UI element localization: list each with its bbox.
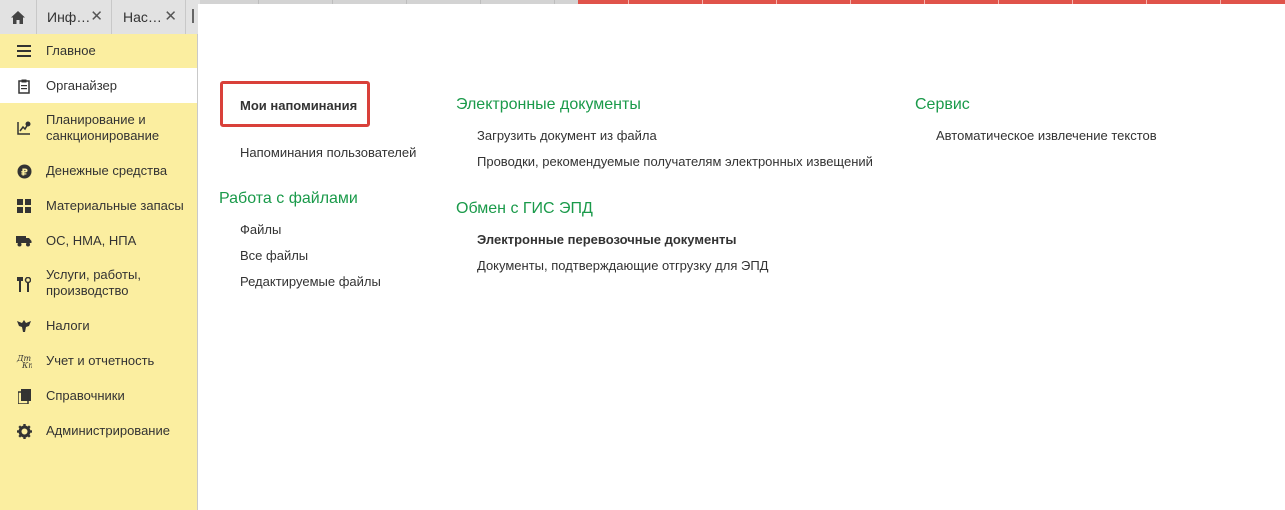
sidebar-item-money[interactable]: ₽ Денежные средства: [0, 153, 197, 188]
sidebar-item-label: Услуги, работы, производство: [46, 267, 141, 298]
books-icon: [16, 388, 32, 404]
svg-text:₽: ₽: [21, 167, 28, 178]
section-title-service: Сервис: [915, 96, 970, 113]
grid-blocks-icon: [16, 198, 32, 214]
tab-info[interactable]: Инф… ✕: [36, 0, 112, 34]
sidebar-item-inventory[interactable]: Материальные запасы: [0, 188, 197, 223]
sidebar-item-services[interactable]: Услуги, работы, производство: [0, 258, 197, 308]
sidebar-item-label: ОС, НМА, НПА: [46, 233, 137, 248]
link-user-reminders[interactable]: Напоминания пользователей: [240, 145, 416, 160]
sidebar-item-label: Налоги: [46, 318, 90, 333]
sidebar-item-label: Учет и отчетность: [46, 353, 155, 368]
link-load-document[interactable]: Загрузить документ из файла: [477, 128, 657, 143]
link-editable-files[interactable]: Редактируемые файлы: [240, 274, 381, 289]
truck-icon: [16, 233, 32, 249]
sidebar-item-planning[interactable]: Планирование и санкционирование: [0, 103, 197, 153]
sidebar-item-label: Материальные запасы: [46, 198, 184, 213]
sidebar-item-label: Главное: [46, 43, 96, 58]
section-title-gis-epd: Обмен с ГИС ЭПД: [456, 200, 593, 217]
sidebar-item-fixed-assets[interactable]: ОС, НМА, НПА: [0, 223, 197, 258]
link-electronic-transport-docs[interactable]: Электронные перевозочные документы: [477, 232, 737, 247]
sidebar: Главное Органайзер Планирование и санкци…: [0, 34, 198, 510]
sidebar-item-administration[interactable]: Администрирование: [0, 413, 197, 448]
link-auto-text-extraction[interactable]: Автоматическое извлечение текстов: [936, 128, 1157, 143]
svg-text:Кт: Кт: [21, 361, 32, 369]
menu-lines-icon: [16, 43, 32, 59]
link-files[interactable]: Файлы: [240, 222, 281, 237]
link-my-reminders[interactable]: Мои напоминания: [240, 98, 357, 113]
sidebar-item-label: Денежные средства: [46, 163, 168, 178]
eagle-emblem-icon: [16, 318, 32, 334]
sidebar-item-label: Планирование и санкционирование: [46, 112, 160, 143]
ruble-coin-icon: ₽: [16, 163, 32, 179]
debit-credit-icon: ДтКт: [16, 353, 32, 369]
tab-fragment: [192, 9, 194, 23]
link-postings-recommended[interactable]: Проводки, рекомендуемые получателям элек…: [477, 154, 873, 169]
close-icon[interactable]: ✕: [164, 9, 177, 25]
sidebar-item-organizer[interactable]: Органайзер: [0, 68, 197, 103]
link-all-files[interactable]: Все файлы: [240, 248, 308, 263]
planning-chart-icon: [16, 120, 32, 136]
tools-icon: [16, 276, 32, 292]
gear-icon: [16, 423, 32, 439]
close-icon[interactable]: ✕: [90, 9, 103, 25]
sidebar-item-accounting[interactable]: ДтКт Учет и отчетность: [0, 343, 197, 378]
link-shipment-docs-epd[interactable]: Документы, подтверждающие отгрузку для Э…: [477, 258, 768, 273]
tab-label: Нас…: [123, 9, 162, 25]
sidebar-item-main[interactable]: Главное: [0, 34, 197, 68]
sidebar-item-label: Органайзер: [46, 78, 117, 93]
clipboard-icon: [16, 78, 32, 94]
home-icon: [11, 10, 25, 24]
sidebar-item-taxes[interactable]: Налоги: [0, 308, 197, 343]
sidebar-item-references[interactable]: Справочники: [0, 378, 197, 413]
sidebar-item-label: Справочники: [46, 388, 125, 403]
sidebar-item-label: Администрирование: [46, 423, 170, 438]
home-button[interactable]: [0, 0, 37, 34]
tab-label: Инф…: [47, 9, 91, 25]
section-title-electronic-documents: Электронные документы: [456, 96, 641, 113]
main-panel: [198, 4, 1285, 510]
tab-settings[interactable]: Нас… ✕: [112, 0, 186, 34]
section-title-files: Работа с файлами: [219, 190, 358, 207]
